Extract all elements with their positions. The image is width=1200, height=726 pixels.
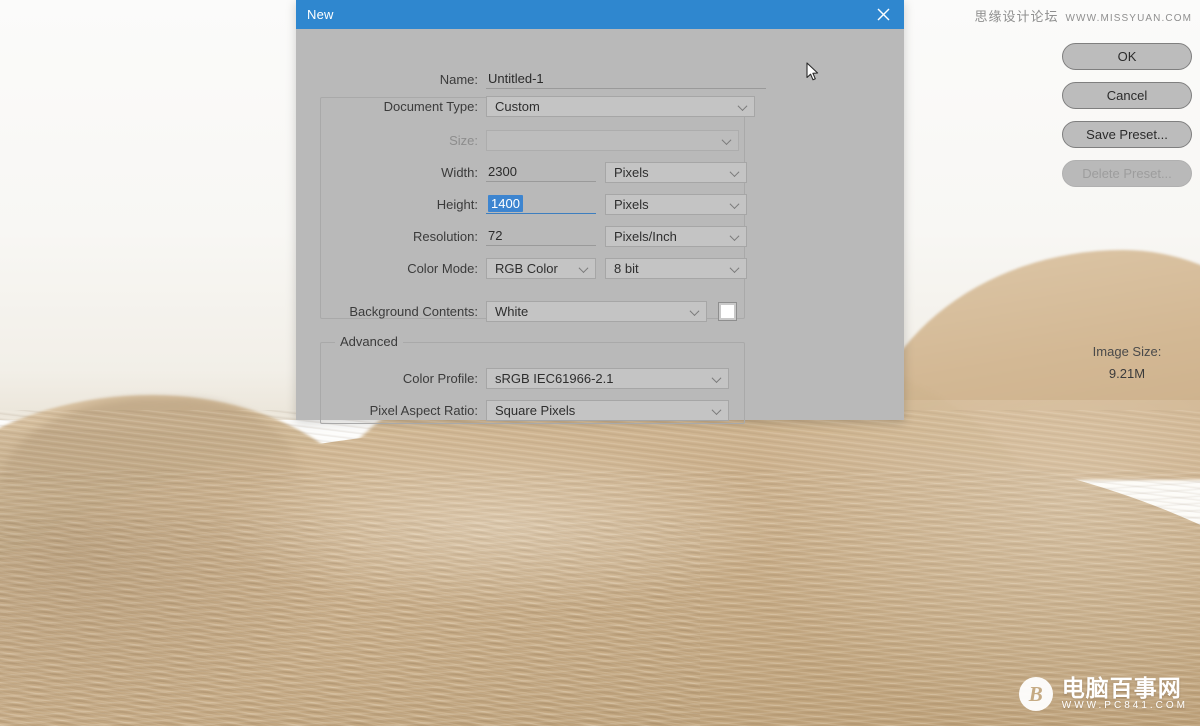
name-input[interactable] <box>486 69 766 89</box>
background-contents-value: White <box>495 303 529 319</box>
watermark-bottom-text: 电脑百事网 WWW.PC841.COM <box>1062 676 1188 712</box>
pixel-aspect-ratio-select[interactable]: Square Pixels <box>486 399 729 421</box>
dialog-body: Name: Document Type: Custom Size: <box>296 29 1192 424</box>
image-size-value: 9.21M <box>1108 366 1146 381</box>
width-unit-value: Pixels <box>614 164 649 180</box>
height-label: Height: <box>436 196 478 212</box>
row-height: Height: 1400 Pixels <box>330 193 747 215</box>
background-color-swatch[interactable] <box>718 301 737 321</box>
width-label: Width: <box>441 164 478 180</box>
height-input[interactable]: 1400 <box>486 194 596 214</box>
save-preset-button[interactable]: Save Preset... <box>1062 121 1192 148</box>
watermark-top-right: 思缘设计论坛 WWW.MISSYUAN.COM <box>975 6 1193 25</box>
chevron-down-icon <box>691 309 699 314</box>
color-profile-label: Color Profile: <box>402 370 478 386</box>
dialog-titlebar[interactable]: New <box>296 0 904 29</box>
watermark-bottom-url: WWW.PC841.COM <box>1061 700 1188 712</box>
height-unit-select[interactable]: Pixels <box>605 193 747 215</box>
row-document-type: Document Type: Custom <box>330 95 755 117</box>
resolution-input[interactable] <box>486 226 596 246</box>
chevron-down-icon <box>731 170 739 175</box>
row-size: Size: <box>330 129 739 151</box>
pixel-aspect-ratio-value: Square Pixels <box>495 402 576 418</box>
watermark-bottom-right: 电脑百事网 WWW.PC841.COM <box>1018 676 1188 712</box>
advanced-legend: Advanced <box>335 334 403 349</box>
chevron-down-icon <box>713 408 721 413</box>
dialog-title: New <box>307 7 334 22</box>
color-profile-value: sRGB IEC61966-2.1 <box>495 370 614 386</box>
row-resolution: Resolution: Pixels/Inch <box>330 225 747 247</box>
watermark-bottom-chinese: 电脑百事网 <box>1061 675 1182 702</box>
resolution-unit-select[interactable]: Pixels/Inch <box>605 225 747 247</box>
background-contents-select[interactable]: White <box>486 300 707 322</box>
chevron-down-icon <box>739 104 747 109</box>
document-type-label: Document Type: <box>383 98 478 114</box>
screen: 思缘设计论坛 WWW.MISSYUAN.COM 电脑百事网 WWW.PC841.… <box>0 0 1200 726</box>
document-type-value: Custom <box>495 98 540 114</box>
width-input[interactable] <box>486 162 596 182</box>
close-icon[interactable] <box>862 0 904 29</box>
width-unit-select[interactable]: Pixels <box>605 161 747 183</box>
chevron-down-icon <box>731 234 739 239</box>
chevron-down-icon <box>731 202 739 207</box>
delete-preset-button: Delete Preset... <box>1062 160 1192 187</box>
color-depth-select[interactable]: 8 bit <box>605 257 747 279</box>
row-pixel-aspect-ratio: Pixel Aspect Ratio: Square Pixels <box>330 399 729 421</box>
row-name: Name: <box>330 68 766 90</box>
name-label: Name: <box>439 71 478 87</box>
color-profile-select[interactable]: sRGB IEC61966-2.1 <box>486 367 729 389</box>
chevron-down-icon <box>713 376 721 381</box>
color-mode-label: Color Mode: <box>407 260 478 276</box>
row-color-mode: Color Mode: RGB Color 8 bit <box>330 257 747 279</box>
height-value: 1400 <box>488 194 523 212</box>
resolution-unit-value: Pixels/Inch <box>614 228 677 244</box>
document-type-select[interactable]: Custom <box>486 95 755 117</box>
color-depth-value: 8 bit <box>614 260 639 276</box>
size-select[interactable] <box>486 129 739 151</box>
color-mode-select[interactable]: RGB Color <box>486 257 596 279</box>
pixel-aspect-ratio-label: Pixel Aspect Ratio: <box>369 402 478 418</box>
row-background-contents: Background Contents: White <box>330 300 737 322</box>
resolution-label: Resolution: <box>412 228 478 244</box>
size-label: Size: <box>449 132 478 148</box>
new-document-dialog: New Name: Document Type: Custom <box>296 0 1192 424</box>
chevron-down-icon <box>731 266 739 271</box>
row-width: Width: Pixels <box>330 161 747 183</box>
color-mode-value: RGB Color <box>495 260 558 276</box>
ok-button[interactable]: OK <box>1062 43 1192 70</box>
background-contents-label: Background Contents: <box>349 303 478 319</box>
chevron-down-icon <box>723 138 731 143</box>
watermark-top-url: WWW.MISSYUAN.COM <box>1065 13 1192 24</box>
cancel-button[interactable]: Cancel <box>1062 82 1192 109</box>
image-size-label: Image Size: <box>1092 344 1162 359</box>
watermark-top-chinese: 思缘设计论坛 <box>974 9 1059 24</box>
pc841-logo-icon <box>1018 677 1053 712</box>
row-color-profile: Color Profile: sRGB IEC61966-2.1 <box>330 367 729 389</box>
chevron-down-icon <box>580 266 588 271</box>
height-unit-value: Pixels <box>614 196 649 212</box>
